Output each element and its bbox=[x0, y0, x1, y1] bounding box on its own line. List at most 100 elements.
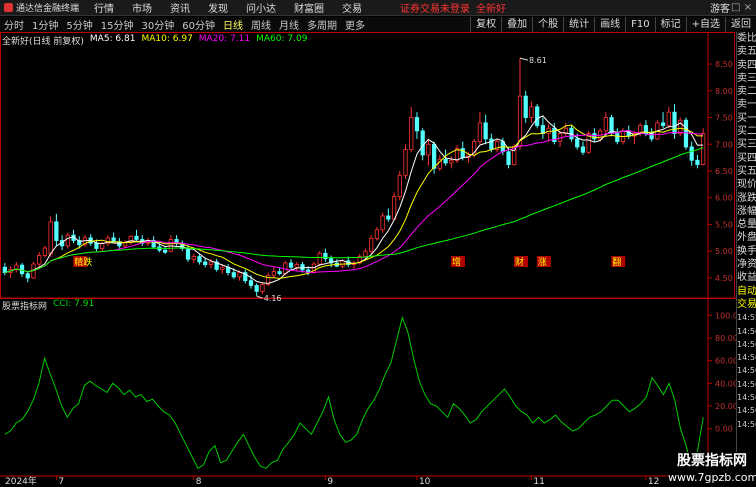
candle-body bbox=[220, 266, 225, 270]
period-15min[interactable]: 15分钟 bbox=[97, 17, 138, 32]
ma20-label: MA20: 7.11 bbox=[198, 34, 251, 44]
trade-time-label[interactable]: 14:56 bbox=[737, 378, 756, 391]
trade-time-label[interactable]: 14:56 bbox=[737, 418, 756, 431]
candle-body bbox=[672, 111, 677, 134]
candle-body bbox=[317, 252, 322, 265]
candle-body bbox=[134, 235, 139, 240]
watermark-title: 股票指标网 bbox=[677, 453, 747, 469]
quote-field-label[interactable]: 外盘 bbox=[737, 231, 756, 244]
candle-body bbox=[603, 117, 608, 132]
quote-field-label[interactable]: 卖一 bbox=[737, 98, 756, 111]
stock-name-notice: 全新好 bbox=[476, 4, 506, 15]
tool-adjust-button[interactable]: 复权 bbox=[470, 17, 501, 32]
indicator-name[interactable]: 股票指标网 bbox=[2, 299, 47, 312]
quote-field-label[interactable]: 总量 bbox=[737, 218, 756, 231]
trade-time-label[interactable]: 14:56 bbox=[737, 404, 756, 417]
quote-field-label[interactable]: 卖四 bbox=[737, 59, 756, 72]
price-axis: 8.50 8.00 7.50 7.00 6.50 6.00 5.50 5.00 4.50 bbox=[708, 60, 733, 283]
trade-time-label[interactable]: 14:56 bbox=[737, 325, 756, 338]
low-label: 4.16 bbox=[264, 294, 282, 303]
candle-body bbox=[403, 149, 408, 176]
menu-item-wealth[interactable]: 财富圈 bbox=[285, 0, 333, 15]
price-tick-label: 7.00 bbox=[715, 140, 733, 149]
quote-field-label[interactable]: 卖三 bbox=[737, 72, 756, 85]
tool-overlay-button[interactable]: 叠加 bbox=[501, 17, 532, 32]
quote-field-label[interactable]: 现价 bbox=[737, 178, 756, 191]
menu-item-market[interactable]: 市场 bbox=[123, 0, 161, 15]
app-logo[interactable]: 通达信金融终端 bbox=[0, 1, 85, 14]
high-label: 8.61 bbox=[529, 56, 547, 65]
ma60-label: MA60: 7.09 bbox=[256, 34, 308, 44]
period-5min[interactable]: 5分钟 bbox=[62, 17, 96, 32]
period-daily[interactable]: 日线 bbox=[219, 17, 247, 32]
candle-body bbox=[592, 133, 597, 140]
quote-field-label[interactable]: 换手 bbox=[737, 245, 756, 258]
login-notice[interactable]: 证券交易未登录 全新好 bbox=[400, 0, 506, 15]
trade-time-label[interactable]: 14:56 bbox=[737, 364, 756, 377]
tool-f10-button[interactable]: F10 bbox=[625, 17, 654, 32]
candle-body bbox=[185, 248, 191, 260]
quote-field-label[interactable]: 买五 bbox=[737, 165, 756, 178]
candle-body bbox=[54, 221, 59, 241]
signal-label: 财 bbox=[515, 256, 524, 268]
main-legend: 全新好(日线 前复权) MA5: 6.81 MA10: 6.97 MA20: 7… bbox=[2, 34, 313, 47]
cci-tick-label: 0.00 bbox=[715, 425, 733, 434]
quote-field-label[interactable]: 卖二 bbox=[737, 85, 756, 98]
quote-field-label[interactable]: 交易 bbox=[737, 298, 756, 311]
candles: 8.61 4.16 bbox=[2, 56, 706, 303]
window-controls[interactable]: □ × bbox=[731, 2, 752, 13]
tool-mark-button[interactable]: 标记 bbox=[654, 17, 686, 32]
tool-draw-button[interactable]: 画线 bbox=[594, 17, 625, 32]
cci-line bbox=[4, 315, 704, 471]
candle-body bbox=[523, 95, 528, 118]
quote-field-label[interactable]: 收益 bbox=[737, 271, 756, 284]
price-tick-label: 8.50 bbox=[715, 60, 733, 69]
menu-item-discover[interactable]: 发现 bbox=[199, 0, 237, 15]
month-label: 2024年 bbox=[5, 475, 37, 487]
candle-body bbox=[294, 264, 299, 268]
tdx-logo-icon bbox=[4, 3, 13, 12]
quote-field-label[interactable]: 涨跌 bbox=[737, 192, 756, 205]
quote-field-label[interactable]: 净资 bbox=[737, 258, 756, 271]
quote-field-label[interactable]: 涨幅 bbox=[737, 205, 756, 218]
ma20-line bbox=[4, 130, 704, 274]
period-timeshare[interactable]: 分时 bbox=[0, 17, 28, 32]
quote-field-label[interactable]: 买四 bbox=[737, 152, 756, 165]
signal-label: 涨 bbox=[538, 257, 547, 268]
menu-item-trade[interactable]: 交易 bbox=[333, 0, 371, 15]
tool-back-button[interactable]: 返回 bbox=[725, 17, 756, 32]
quote-field-label[interactable]: 卖五 bbox=[737, 45, 756, 58]
candle-body bbox=[277, 271, 282, 275]
kline-chart[interactable]: 8.61 4.16 8.50 8.00 7.50 7.00 6.50 6.00 5.50 5.0… bbox=[0, 32, 736, 487]
tool-add-watch-button[interactable]: +自选 bbox=[685, 17, 725, 32]
trade-time-label[interactable]: 14:56 bbox=[737, 391, 756, 404]
menu-item-ask[interactable]: 问小达 bbox=[237, 0, 285, 15]
period-weekly[interactable]: 周线 bbox=[247, 17, 275, 32]
quote-field-label[interactable]: 委比 bbox=[737, 32, 756, 45]
period-30min[interactable]: 30分钟 bbox=[137, 17, 178, 32]
period-1min[interactable]: 1分钟 bbox=[28, 17, 62, 32]
menu-item-news[interactable]: 资讯 bbox=[161, 0, 199, 15]
trade-time-label[interactable]: 14:56 bbox=[737, 351, 756, 364]
candle-body bbox=[426, 143, 431, 156]
quote-field-label[interactable]: 买二 bbox=[737, 125, 756, 138]
quote-field-label[interactable]: 买三 bbox=[737, 138, 756, 151]
candle-body bbox=[369, 237, 374, 252]
quote-field-label[interactable]: 买一 bbox=[737, 112, 756, 125]
period-60min[interactable]: 60分钟 bbox=[178, 17, 219, 32]
period-more[interactable]: 更多 bbox=[341, 17, 369, 32]
candle-body bbox=[689, 146, 694, 161]
candle-body bbox=[580, 146, 586, 153]
period-multi[interactable]: 多周期 bbox=[303, 17, 341, 32]
trade-time-label[interactable]: 14:55 bbox=[737, 311, 756, 324]
tool-stats-button[interactable]: 统计 bbox=[563, 17, 594, 32]
period-monthly[interactable]: 月线 bbox=[275, 17, 303, 32]
candle-body bbox=[65, 234, 70, 247]
menu-item-quotes[interactable]: 行情 bbox=[85, 0, 123, 15]
tool-stock-button[interactable]: 个股 bbox=[532, 17, 563, 32]
quote-field-label[interactable]: 自动 bbox=[737, 285, 756, 298]
guest-user[interactable]: 游客 bbox=[710, 0, 730, 15]
cci-chart bbox=[4, 315, 704, 471]
trade-time-label[interactable]: 14:56 bbox=[737, 338, 756, 351]
candle-body bbox=[203, 261, 208, 265]
